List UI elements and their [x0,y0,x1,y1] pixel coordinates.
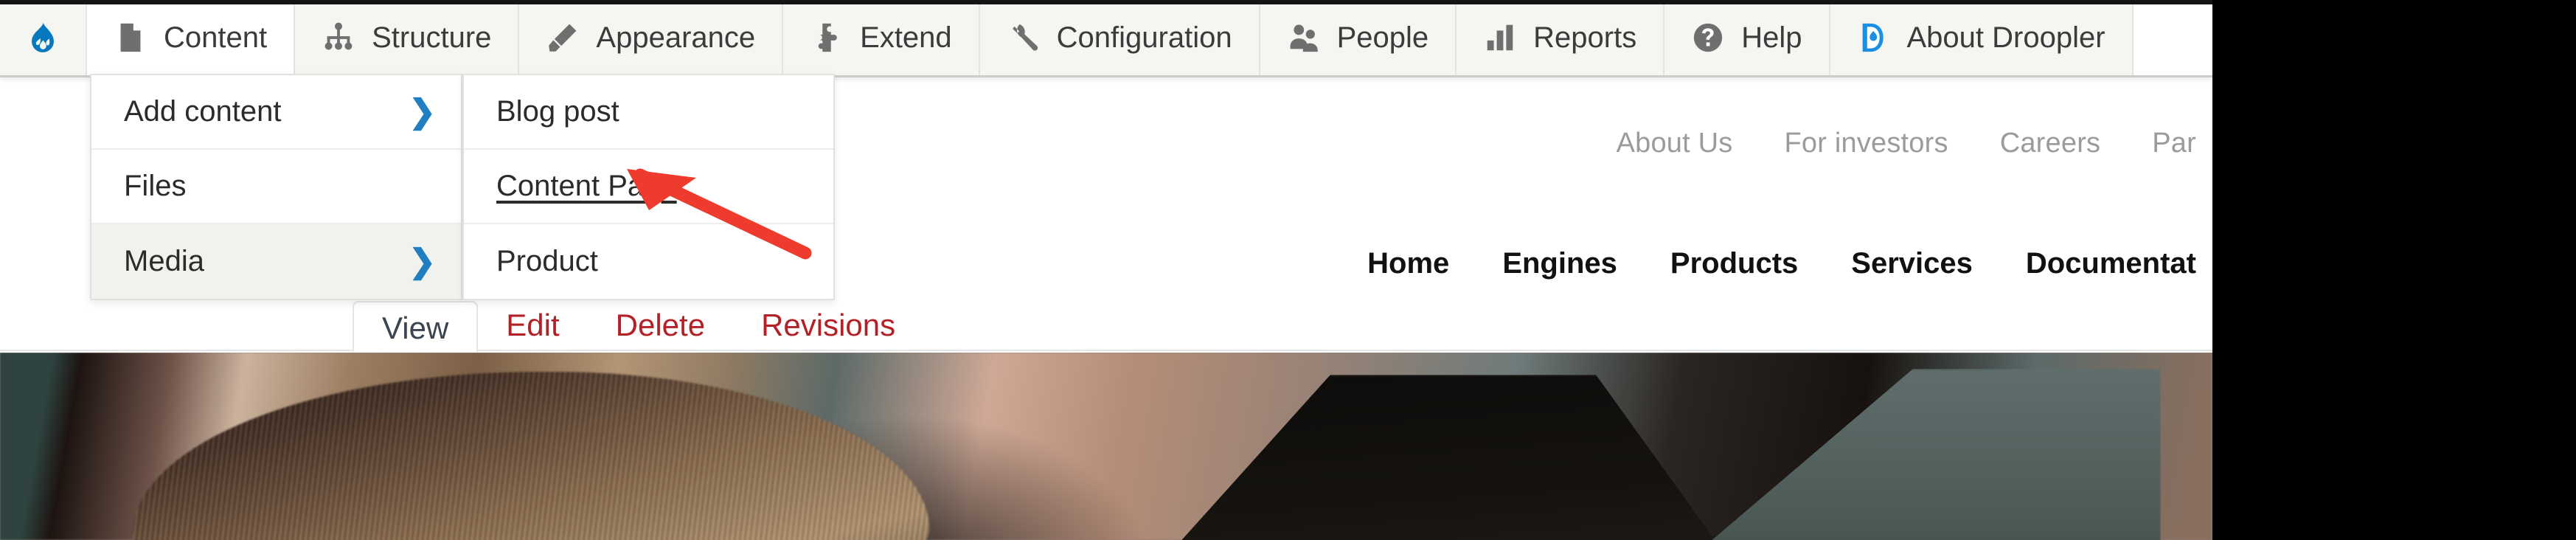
tab-delete[interactable]: Delete [588,300,733,351]
toolbar-item-content[interactable]: Content [87,0,296,75]
utility-nav-link-careers[interactable]: Careers [2000,128,2101,159]
menu-item-media[interactable]: Media ❯ [91,224,461,299]
main-nav-link-services[interactable]: Services [1851,247,1973,280]
toolbar-item-people-label: People [1336,21,1429,54]
toolbar-empty-space [2133,0,2212,75]
toolbar-top-edge [0,0,2212,4]
toolbar-item-help-label: Help [1741,21,1802,54]
puzzle-icon [818,23,837,52]
menu-item-add-content[interactable]: Add content ❯ [91,75,461,150]
submenu-item-product[interactable]: Product [464,224,833,299]
tab-view[interactable]: View [353,301,479,353]
main-nav-link-home[interactable]: Home [1367,247,1449,280]
tab-edit[interactable]: Edit [478,300,587,351]
utility-nav-link-for-investors[interactable]: For investors [1784,128,1948,159]
submenu-item-content-page[interactable]: Content Page [464,150,833,224]
toolbar-item-extend[interactable]: Extend [783,0,980,75]
toolbar-item-extend-label: Extend [860,21,952,54]
add-content-submenu: Blog post Content Page Product [462,74,835,300]
toolbar-item-about-droopler[interactable]: About Droopler [1830,0,2134,75]
people-icon [1290,24,1318,52]
main-nav-link-products[interactable]: Products [1670,247,1798,280]
question-mark-circle-icon [1694,23,1723,52]
menu-item-files-label: Files [124,170,187,202]
toolbar-item-configuration-label: Configuration [1056,21,1232,54]
toolbar-item-help[interactable]: Help [1664,0,1830,75]
toolbar-item-about-droopler-label: About Droopler [1906,21,2105,54]
toolbar-item-reports-label: Reports [1533,21,1637,54]
paintbrush-icon [549,24,577,52]
screenshot-root: About Us For investors Careers Par Engin… [0,0,2576,540]
utility-nav: About Us For investors Careers Par [1617,128,2196,159]
menu-item-media-label: Media [124,245,204,277]
toolbar-item-content-label: Content [164,21,268,54]
submenu-item-product-label: Product [496,245,598,277]
node-tabs: View Edit Delete Revisions [353,298,923,353]
toolbar-item-appearance[interactable]: Appearance [519,0,784,75]
toolbar-item-structure[interactable]: Structure [295,0,520,75]
utility-nav-link-about-us[interactable]: About Us [1617,128,1733,159]
hero-image [0,353,2212,540]
toolbar-home-button[interactable] [0,0,87,75]
toolbar-item-people[interactable]: People [1260,0,1457,75]
droopler-logo-icon [1862,23,1884,52]
wrench-icon [1012,24,1038,51]
submenu-item-blog-post-label: Blog post [496,95,619,128]
toolbar-item-configuration[interactable]: Configuration [979,0,1260,75]
website-page: About Us For investors Careers Par Engin… [0,0,2212,540]
chevron-right-icon: ❯ [409,243,436,280]
content-dropdown-menu: Add content ❯ Files Media ❯ [90,74,462,300]
submenu-item-content-page-label: Content Page [496,170,677,202]
submenu-item-blog-post[interactable]: Blog post [464,75,833,150]
document-icon [120,23,141,52]
main-nav-link-engines[interactable]: Engines [1502,247,1617,280]
utility-nav-link-partners[interactable]: Par [2152,128,2196,159]
main-nav: Home Engines Products Services Documenta… [1367,247,2196,280]
toolbar-item-appearance-label: Appearance [596,21,756,54]
sitemap-icon [324,22,353,50]
chevron-right-icon: ❯ [409,93,436,130]
bar-chart-icon [1487,24,1513,51]
main-nav-link-documentation[interactable]: Documentat [2026,247,2196,280]
menu-item-add-content-label: Add content [124,95,282,128]
drupal-droplet-logo-icon [32,22,54,52]
node-tabs-strip: View Edit Delete Revisions [0,298,2212,353]
letterbox-black-area [2212,0,2576,540]
drupal-admin-toolbar: Content Structure Appearance Extend Conf… [0,0,2212,77]
toolbar-item-reports[interactable]: Reports [1457,0,1665,75]
toolbar-item-structure-label: Structure [372,21,492,54]
menu-item-files[interactable]: Files [91,150,461,224]
tab-revisions[interactable]: Revisions [733,300,923,351]
